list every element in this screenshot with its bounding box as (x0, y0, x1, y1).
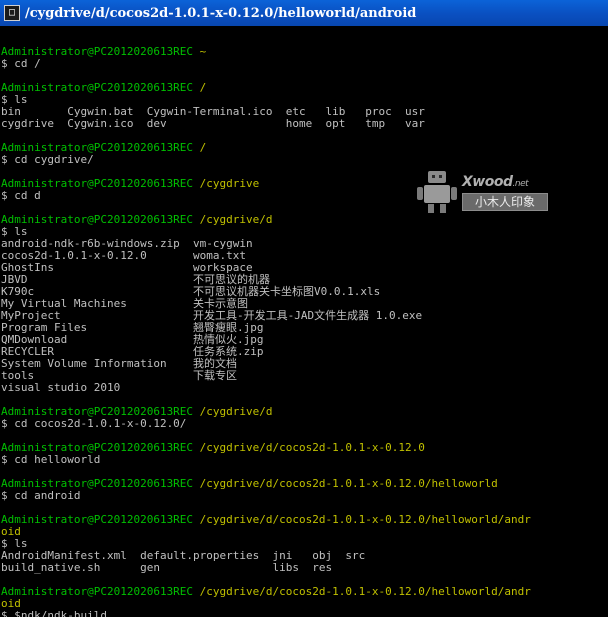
terminal-text: /cygdrive/d/cocos2d-1.0.1-x-0.12.0 (193, 441, 425, 454)
terminal-line: Administrator@PC2012020613REC / (1, 82, 607, 94)
terminal-text: $ cd android (1, 489, 81, 502)
title-bar[interactable]: □ /cygdrive/d/cocos2d-1.0.1-x-0.12.0/hel… (0, 0, 608, 26)
window-title: /cygdrive/d/cocos2d-1.0.1-x-0.12.0/hello… (25, 5, 417, 21)
terminal-text: $ cd cygdrive/ (1, 153, 94, 166)
terminal-line: $ cd android (1, 490, 607, 502)
terminal-text: build_native.sh gen libs res (1, 561, 333, 574)
terminal-text: /cygdrive/d (193, 405, 273, 418)
robot-logo-icon (417, 171, 457, 213)
terminal-text: $ cd helloworld (1, 453, 101, 466)
terminal-window: □ /cygdrive/d/cocos2d-1.0.1-x-0.12.0/hel… (0, 0, 608, 617)
terminal-line: $ cd helloworld (1, 454, 607, 466)
watermark-brand: Xwood.net (462, 174, 529, 190)
terminal-text: /cygdrive/d (193, 213, 273, 226)
terminal-text: / (193, 81, 207, 94)
terminal-text: /cygdrive (193, 177, 260, 190)
terminal-text: $ cd d (1, 189, 41, 202)
terminal-text: /cygdrive/d/cocos2d-1.0.1-x-0.12.0/hello… (193, 513, 531, 526)
terminal-line: $ cd cygdrive/ (1, 154, 607, 166)
terminal-line: $ cd cocos2d-1.0.1-x-0.12.0/ (1, 418, 607, 430)
terminal-text: $ $ndk/ndk-build (1, 609, 107, 617)
terminal-line: cygdrive Cygwin.ico dev home opt tmp var (1, 118, 607, 130)
terminal-line: Administrator@PC2012020613REC ~ (1, 46, 607, 58)
terminal-text: ~ (193, 45, 207, 58)
terminal-text: /cygdrive/d/cocos2d-1.0.1-x-0.12.0/hello… (193, 477, 498, 490)
terminal-text: Administrator@PC2012020613REC (1, 213, 194, 226)
terminal-line: visual studio 2010 (1, 382, 607, 394)
terminal-text: visual studio 2010 (1, 381, 121, 394)
terminal-icon[interactable]: □ (4, 5, 20, 21)
terminal-line: Administrator@PC2012020613REC /cygdrive/… (1, 214, 607, 226)
terminal-text: $ cd cocos2d-1.0.1-x-0.12.0/ (1, 417, 187, 430)
terminal-text: Administrator@PC2012020613REC (1, 81, 194, 94)
terminal-line: Administrator@PC2012020613REC /cygdrive/… (1, 514, 607, 526)
terminal-text: $ cd / (1, 57, 41, 70)
terminal-line: $ $ndk/ndk-build (1, 610, 607, 617)
terminal-line: Administrator@PC2012020613REC /cygdrive/… (1, 478, 607, 490)
terminal-text: cygdrive Cygwin.ico dev home opt tmp var (1, 117, 425, 130)
terminal-output[interactable]: Administrator@PC2012020613REC ~ $ cd / Adm… (1, 34, 607, 617)
terminal-line: Administrator@PC2012020613REC /cygdrive/… (1, 586, 607, 598)
terminal-text: / (193, 141, 207, 154)
terminal-line: build_native.sh gen libs res (1, 562, 607, 574)
terminal-text: Administrator@PC2012020613REC (1, 513, 194, 526)
terminal-line: oid (1, 526, 607, 538)
terminal-text: Administrator@PC2012020613REC (1, 585, 194, 598)
terminal-text: /cygdrive/d/cocos2d-1.0.1-x-0.12.0/hello… (193, 585, 531, 598)
watermark: Xwood.net 小木人印象 (414, 170, 554, 214)
watermark-tagline: 小木人印象 (462, 193, 548, 211)
terminal-line: $ cd / (1, 58, 607, 70)
